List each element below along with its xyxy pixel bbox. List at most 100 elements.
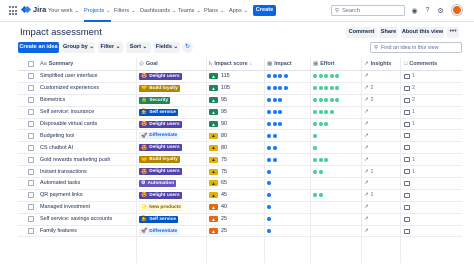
nav-plans[interactable]: Plans ⌄ xyxy=(204,6,224,16)
impact-cell[interactable] xyxy=(267,202,271,213)
impact-rating[interactable] xyxy=(267,157,277,162)
goal-cell[interactable]: 💁 Self service xyxy=(139,107,178,118)
summary-cell[interactable]: QR payment links xyxy=(40,190,83,201)
row-checkbox-cell[interactable] xyxy=(28,107,34,118)
insights-cell[interactable]: ↗ 2 xyxy=(364,83,373,94)
table-row[interactable]: Disposable virtual cards 😍 Delight users … xyxy=(18,119,462,131)
row-checkbox-cell[interactable] xyxy=(28,178,34,189)
summary-cell[interactable]: Managed investment xyxy=(40,202,90,213)
goal-tag[interactable]: 🚀 Differentiate xyxy=(139,227,180,235)
impact-rating[interactable] xyxy=(267,181,271,186)
row-checkbox[interactable] xyxy=(28,228,34,235)
nav-projects[interactable]: Projects ⌄ xyxy=(84,6,110,16)
table-row[interactable]: Budgeting tool 🚀 Differentiate ▲ 80 ↗ xyxy=(18,130,462,143)
impact-cell[interactable] xyxy=(267,214,271,225)
row-checkbox[interactable] xyxy=(28,156,34,163)
autosave-icon[interactable]: ↻ xyxy=(182,42,193,53)
goal-cell[interactable]: 😍 Delight users xyxy=(139,119,182,130)
column-header-insights[interactable]: ↗ Insights xyxy=(364,58,391,70)
impact-cell[interactable] xyxy=(267,119,283,130)
insights-cell[interactable]: ↗ xyxy=(364,214,370,225)
share-button[interactable]: Share xyxy=(379,27,398,38)
row-checkbox[interactable] xyxy=(28,144,34,151)
column-header-goal[interactable]: ◎ Goal xyxy=(139,58,158,70)
row-checkbox[interactable] xyxy=(28,180,34,187)
row-checkbox[interactable] xyxy=(28,121,34,127)
row-checkbox[interactable] xyxy=(28,216,34,223)
effort-rating[interactable] xyxy=(313,74,340,79)
row-checkbox-cell[interactable] xyxy=(28,119,34,130)
goal-tag[interactable]: 😍 Delight users xyxy=(139,120,182,128)
impact-cell[interactable] xyxy=(267,107,283,118)
insights-cell[interactable]: ↗ xyxy=(364,142,370,153)
column-header-impact[interactable]: ▦ Impact xyxy=(267,58,292,70)
insights-cell[interactable]: ↗ xyxy=(364,107,370,118)
idea-summary[interactable]: Managed investment xyxy=(40,204,90,210)
table-row[interactable]: Self service: savings accounts 💁 Self ser… xyxy=(18,214,462,226)
effort-cell[interactable] xyxy=(313,190,323,201)
column-header-comments[interactable]: □ Comments xyxy=(404,58,437,70)
table-row[interactable]: Managed investment ✨ New products ▲ 40 ↗ xyxy=(18,202,462,214)
impact-rating[interactable] xyxy=(267,98,283,103)
goal-cell[interactable]: 🔒 Security xyxy=(139,95,171,106)
insights-cell[interactable]: ↗ xyxy=(364,178,370,189)
goal-cell[interactable]: 😍 Delight users xyxy=(139,190,182,201)
notification-icon[interactable]: ◉ xyxy=(410,6,419,15)
create-idea-button[interactable]: Create an idea xyxy=(18,42,59,53)
impact-rating[interactable] xyxy=(267,86,288,91)
effort-rating[interactable] xyxy=(313,86,340,91)
idea-summary[interactable]: Budgeting tool xyxy=(40,133,74,139)
summary-cell[interactable]: Customized experiences xyxy=(40,83,99,94)
summary-cell[interactable]: Self service: insurance xyxy=(40,107,94,118)
goal-cell[interactable]: 🚀 Differentiate xyxy=(139,226,180,237)
table-row[interactable]: Self service: insurance 💁 Self service ▲ 9… xyxy=(18,107,462,119)
table-row[interactable]: Biometrics 🔒 Security ▲ 95 ↗ 2 2 xyxy=(18,95,462,107)
insights-cell[interactable]: ↗ xyxy=(364,119,370,130)
nav-filters[interactable]: Filters ⌄ xyxy=(114,6,135,16)
impact-cell[interactable] xyxy=(267,226,271,237)
idea-summary[interactable]: Family features xyxy=(40,228,77,234)
goal-cell[interactable]: 😍 Delight users xyxy=(139,71,182,82)
idea-summary[interactable]: QR payment links xyxy=(40,192,83,198)
comments-cell[interactable]: 2 xyxy=(404,83,415,94)
effort-rating[interactable] xyxy=(313,110,334,115)
impact-cell[interactable] xyxy=(267,190,271,201)
nav-your-work[interactable]: Your work ⌄ xyxy=(48,6,79,16)
table-row[interactable]: Family features 🚀 Differentiate ▲ 25 ↗ xyxy=(18,226,462,238)
checkbox[interactable] xyxy=(28,61,34,67)
goal-cell[interactable]: ⚙ Automation xyxy=(139,178,177,189)
table-row[interactable]: QR payment links 😍 Delight users ▲ 45 ↗ 1 xyxy=(18,190,462,202)
insights-cell[interactable]: ↗ xyxy=(364,130,370,141)
idea-summary[interactable]: Biometrics xyxy=(40,97,65,103)
impact-rating[interactable] xyxy=(267,217,271,222)
goal-cell[interactable]: ✨ New products xyxy=(139,202,183,213)
group-by-button[interactable]: Group by ⌄ xyxy=(62,42,95,53)
summary-cell[interactable]: Disposable virtual cards xyxy=(40,119,97,130)
insights-cell[interactable]: ↗ 2 xyxy=(364,95,373,106)
goal-tag[interactable]: 😍 Delight users xyxy=(139,144,182,152)
fields-button[interactable]: Fields ⌄ xyxy=(154,42,180,53)
app-switcher-icon[interactable] xyxy=(9,6,19,16)
effort-rating[interactable] xyxy=(313,193,323,198)
row-checkbox[interactable] xyxy=(28,109,34,116)
effort-cell[interactable] xyxy=(313,154,329,165)
row-checkbox[interactable] xyxy=(28,73,34,80)
goal-tag[interactable]: 😍 Delight users xyxy=(139,191,182,199)
comments-cell[interactable]: 2 xyxy=(404,95,415,106)
insights-cell[interactable]: ↗ xyxy=(364,226,370,237)
comments-cell[interactable] xyxy=(404,142,412,153)
impact-rating[interactable] xyxy=(267,110,283,115)
help-icon[interactable]: ? xyxy=(423,6,432,15)
row-checkbox-cell[interactable] xyxy=(28,130,34,141)
row-checkbox-cell[interactable] xyxy=(28,166,34,177)
row-checkbox[interactable] xyxy=(28,204,34,211)
avatar[interactable] xyxy=(452,5,462,15)
comments-cell[interactable] xyxy=(404,178,412,189)
row-checkbox-cell[interactable] xyxy=(28,154,34,165)
more-options-button[interactable]: ••• xyxy=(447,27,459,38)
impact-cell[interactable] xyxy=(267,71,288,82)
row-checkbox-cell[interactable] xyxy=(28,95,34,106)
idea-summary[interactable]: Disposable virtual cards xyxy=(40,121,97,127)
insights-cell[interactable]: ↗ 1 xyxy=(364,190,373,201)
idea-summary[interactable]: Automated tasks xyxy=(40,180,80,186)
